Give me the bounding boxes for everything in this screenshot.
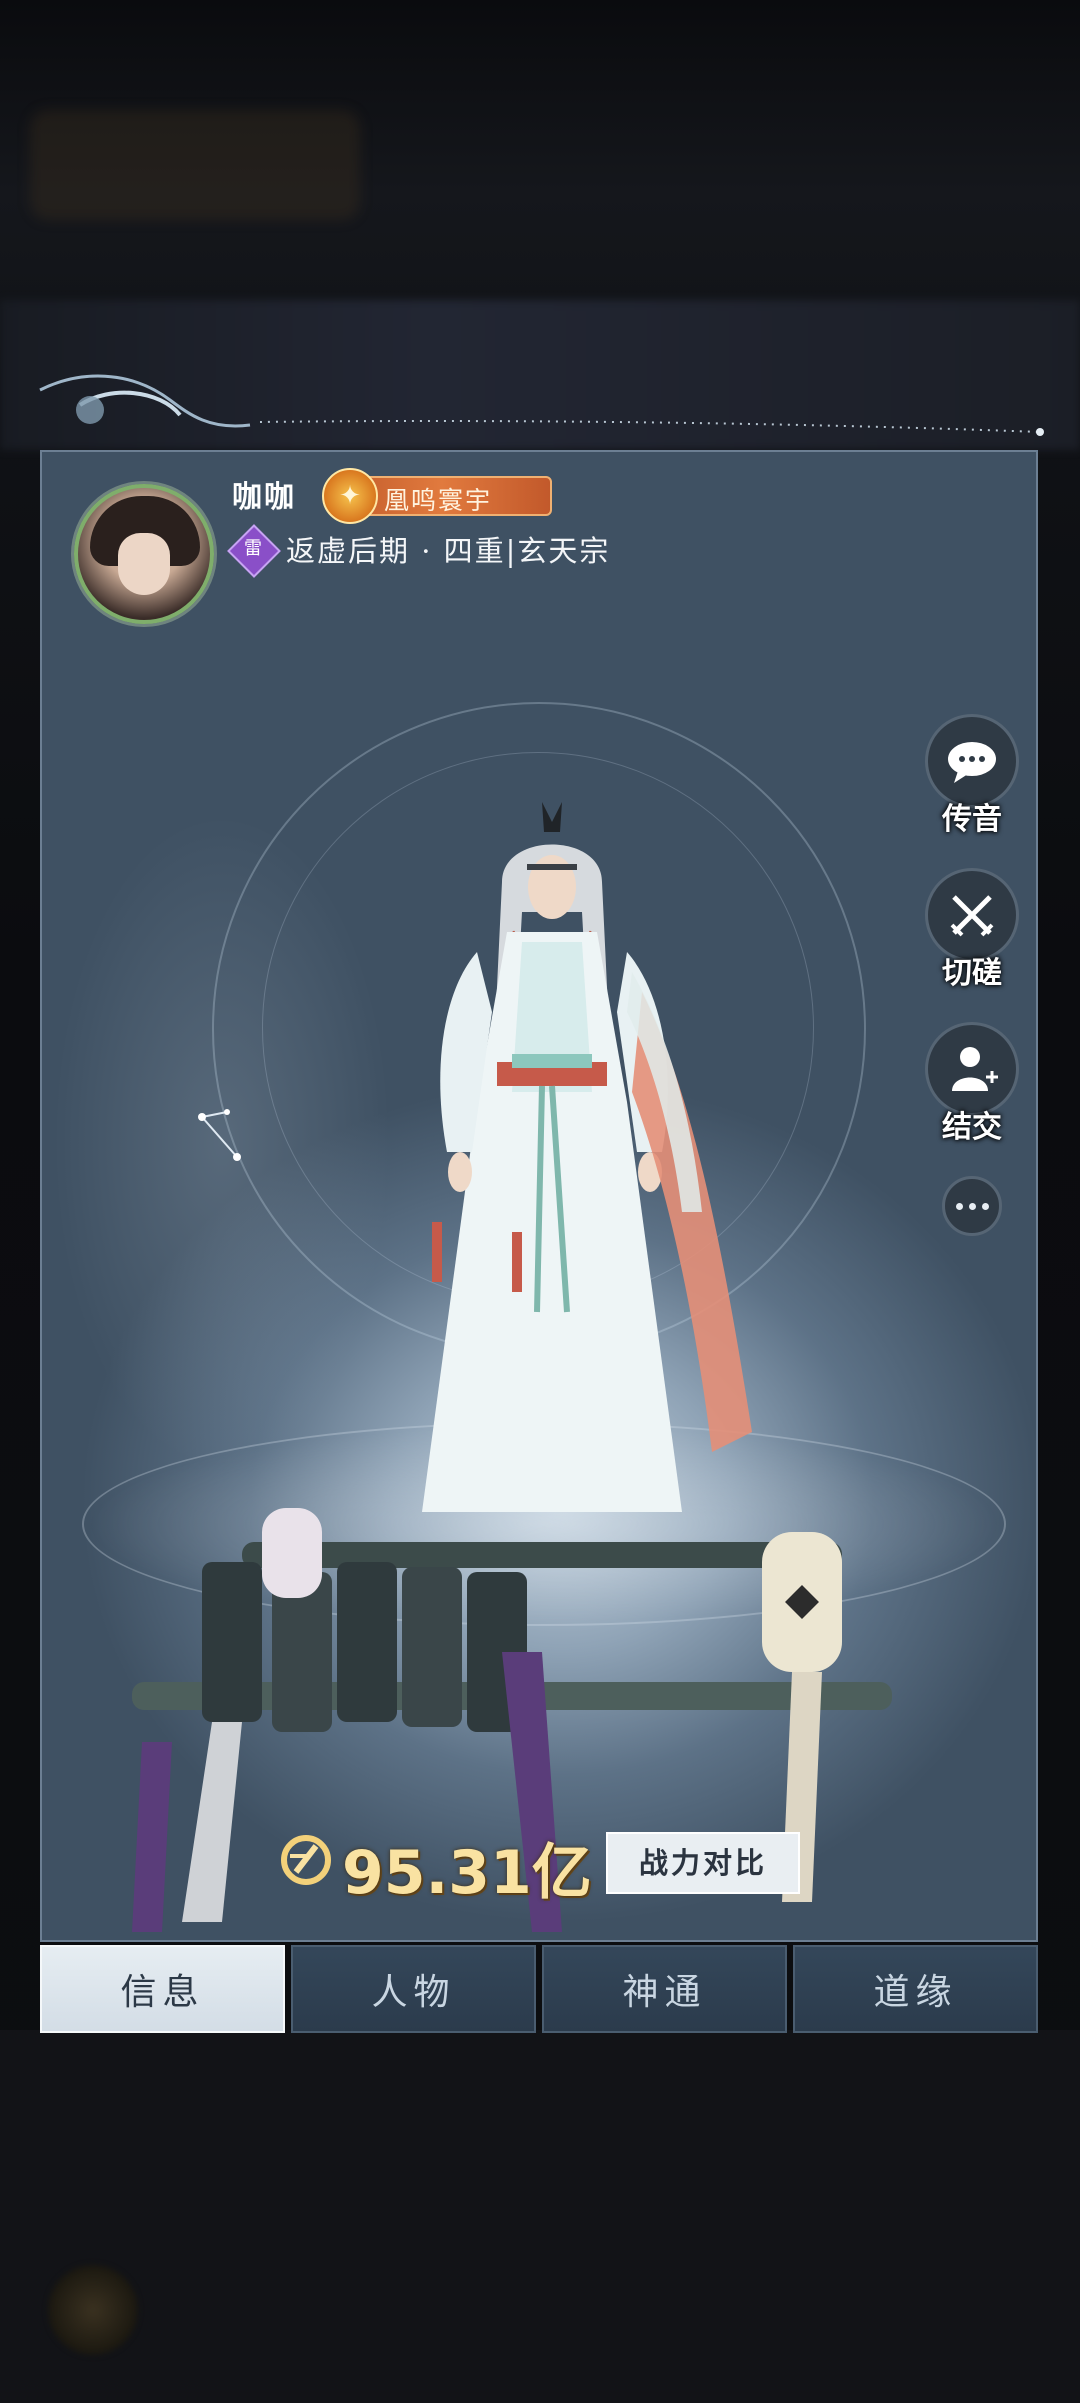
tab-skills[interactable]: 神通 bbox=[542, 1945, 787, 2033]
constellation-decoration bbox=[198, 1109, 241, 1161]
duel-label: 切磋 bbox=[942, 956, 1002, 991]
combat-power-value: 95.31亿 bbox=[342, 1838, 592, 1908]
combat-power-icon bbox=[281, 1835, 331, 1885]
phoenix-icon: ✦ bbox=[322, 468, 378, 524]
background-coin-icon bbox=[48, 2265, 138, 2355]
background-lower-area bbox=[0, 2030, 1080, 2403]
avatar-face bbox=[118, 533, 170, 595]
message-label: 传音 bbox=[942, 802, 1002, 837]
player-info-panel: 咖咖 ✦ 凰鸣寰宇 雷 返虚后期 · 四重|玄天宗 传音 切磋 结交 95.31… bbox=[40, 450, 1038, 1942]
element-label: 雷 bbox=[244, 538, 262, 559]
power-compare-button[interactable]: 战力对比 bbox=[606, 1832, 800, 1894]
background-blurred-title bbox=[30, 110, 360, 220]
player-avatar[interactable] bbox=[74, 484, 214, 624]
title-badge-label: 凰鸣寰宇 bbox=[384, 486, 493, 515]
ellipsis-icon[interactable] bbox=[942, 1176, 1002, 1236]
befriend-label: 结交 bbox=[942, 1110, 1002, 1145]
title-badge[interactable]: ✦ 凰鸣寰宇 bbox=[322, 468, 552, 524]
cultivation-realm-sect: 返虚后期 · 四重|玄天宗 bbox=[286, 534, 611, 568]
player-name: 咖咖 bbox=[232, 480, 296, 515]
character-model[interactable] bbox=[392, 792, 812, 1572]
info-tabs: 信息 人物 神通 道缘 bbox=[40, 1945, 1038, 2033]
duel-button[interactable]: 切磋 bbox=[924, 868, 1020, 992]
message-button[interactable]: 传音 bbox=[924, 714, 1020, 838]
tab-info[interactable]: 信息 bbox=[40, 1945, 285, 2033]
tab-bonds[interactable]: 道缘 bbox=[793, 1945, 1038, 2033]
tab-character[interactable]: 人物 bbox=[291, 1945, 536, 2033]
befriend-button[interactable]: 结交 bbox=[924, 1022, 1020, 1146]
